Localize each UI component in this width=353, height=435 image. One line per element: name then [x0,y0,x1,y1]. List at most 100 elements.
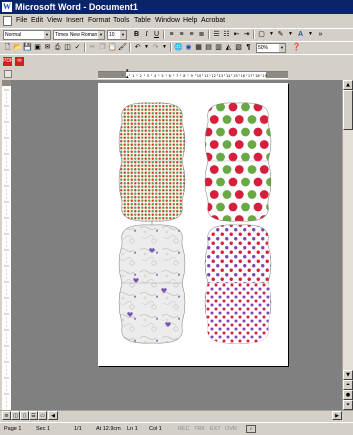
italic-button[interactable]: I [142,30,151,39]
status-ext[interactable]: EXT [210,424,221,434]
scroll-left-icon[interactable]: ◀ [48,411,58,420]
justify-icon[interactable]: ≣ [197,30,206,39]
select-browse-object-icon[interactable]: ● [343,390,353,400]
status-ovr[interactable]: OVR [225,424,237,434]
ruler-number: 12 [211,74,215,78]
drawing-icon[interactable]: ◭ [224,43,233,52]
chevron-down-icon[interactable]: ▼ [142,43,151,52]
chevron-down-icon[interactable]: ▼ [160,43,169,52]
underline-button[interactable]: U [152,30,161,39]
scroll-right-icon[interactable]: ▶ [332,411,342,420]
align-right-icon[interactable]: ≡ [187,30,196,39]
status-trk[interactable]: TRK [194,424,205,434]
convert-and-email-icon[interactable]: ✉ [15,57,24,66]
horizontal-scrollbar[interactable]: ≡ ◫ ▯ ☰ ▭ ◀ ▶ [0,410,353,422]
decrease-indent-icon[interactable]: ⇤ [232,30,241,39]
zoom-combo[interactable]: 50% ▼ [256,43,286,53]
chevron-down-icon[interactable]: ▼ [120,31,126,39]
menu-help[interactable]: Help [183,15,197,27]
undo-icon[interactable]: ↶ [133,43,142,52]
ruler-number: 15 [233,74,237,78]
permission-icon[interactable]: ▣ [33,43,42,52]
menu-edit[interactable]: Edit [31,15,43,27]
vertical-ruler[interactable] [2,80,12,410]
help-icon[interactable]: ❓ [292,43,301,52]
align-left-icon[interactable]: ≡ [167,30,176,39]
cut-icon[interactable]: ✂ [88,43,97,52]
scroll-down-icon[interactable]: ▼ [343,370,353,380]
align-center-icon[interactable]: ≡ [177,30,186,39]
font-combo[interactable]: Times New Roman ▼ [53,30,105,40]
spelling-status-icon[interactable]: ✓ [246,425,256,433]
chevron-down-icon[interactable]: ▼ [98,31,104,39]
insert-table-icon[interactable]: ▦ [194,43,203,52]
save-icon[interactable]: 💾 [23,43,32,52]
web-layout-view-icon[interactable]: ◫ [11,411,20,420]
increase-indent-icon[interactable]: ⇥ [242,30,251,39]
chevron-down-icon[interactable]: ▼ [286,30,295,39]
menu-acrobat[interactable]: Acrobat [201,15,225,27]
open-folder-icon[interactable]: 📂 [13,43,22,52]
next-page-icon[interactable]: ⏷ [343,400,353,410]
chevron-down-icon[interactable]: ▼ [306,30,315,39]
style-combo[interactable]: Normal ▼ [3,30,51,40]
email-icon[interactable]: ✉ [43,43,52,52]
redo-icon[interactable]: ↷ [151,43,160,52]
word-app-icon[interactable]: W [2,2,12,12]
previous-page-icon[interactable]: ⏶ [343,380,353,390]
first-line-indent-icon[interactable]: ▾ [126,69,130,74]
tab-selector-icon[interactable] [4,70,12,78]
menu-file[interactable]: File [16,15,27,27]
menu-tools[interactable]: Tools [113,15,129,27]
hanging-indent-icon[interactable]: ▴ [126,75,130,80]
outline-view-icon[interactable]: ☰ [29,411,38,420]
scroll-thumb[interactable] [343,90,353,130]
bold-button[interactable]: B [132,30,141,39]
insert-excel-icon[interactable]: ▤ [204,43,213,52]
columns-icon[interactable]: ▥ [214,43,223,52]
zoom-value: 50% [258,45,269,51]
print-icon[interactable]: ⎙ [53,43,62,52]
status-rec[interactable]: REC [178,424,190,434]
ruler-number: 9 [191,74,193,78]
paste-icon[interactable]: 📋 [108,43,117,52]
show-hide-icon[interactable]: ¶ [244,43,253,52]
chevron-down-icon[interactable]: ▼ [44,31,50,39]
vertical-scrollbar[interactable]: ▲ ▼ ⏶ ● ⏷ [342,80,353,410]
ruler-number: 1 [132,74,134,78]
menu-view[interactable]: View [47,15,62,27]
menu-format[interactable]: Format [88,15,110,27]
horizontal-ruler[interactable]: 1 2 3 4 5 6 7 8 9 10 11 12 13 14 15 16 17 18 19 ▾ ▴ [0,69,353,80]
reading-layout-view-icon[interactable]: ▭ [38,411,47,420]
hyperlink-icon[interactable]: 🌐 [174,43,183,52]
ruler-number: 18 [255,74,259,78]
font-size-combo[interactable]: 10 ▼ [107,30,127,40]
tables-borders-icon[interactable]: ◉ [184,43,193,52]
chevron-down-icon[interactable]: ▼ [267,30,276,39]
highlight-icon[interactable]: ✎ [276,30,285,39]
font-color-icon[interactable]: A [296,30,305,39]
toolbar-options-icon[interactable]: » [316,30,325,39]
print-preview-icon[interactable]: ◫ [63,43,72,52]
document-page[interactable] [98,83,288,366]
scroll-up-icon[interactable]: ▲ [343,80,353,90]
document-map-icon[interactable]: ▧ [234,43,243,52]
borders-icon[interactable]: ▢ [257,30,266,39]
convert-to-pdf-icon[interactable]: PDF [3,57,13,66]
bullets-icon[interactable]: ☷ [222,30,231,39]
ruler-number: 6 [169,74,171,78]
menu-table[interactable]: Table [134,15,151,27]
copy-icon[interactable]: ❐ [98,43,107,52]
chevron-down-icon[interactable]: ▼ [279,44,285,52]
ruler-number: 8 [183,74,185,78]
status-at: At 12.9cm [96,426,121,432]
document-icon[interactable] [3,16,12,26]
spelling-icon[interactable]: ✓ [73,43,82,52]
normal-view-icon[interactable]: ≡ [2,411,11,420]
format-painter-icon[interactable]: 🖌 [118,43,127,52]
menu-insert[interactable]: Insert [66,15,84,27]
menu-window[interactable]: Window [155,15,180,27]
new-document-icon[interactable]: 🗋 [3,43,12,52]
numbering-icon[interactable]: ☰ [212,30,221,39]
print-layout-view-icon[interactable]: ▯ [20,411,29,420]
